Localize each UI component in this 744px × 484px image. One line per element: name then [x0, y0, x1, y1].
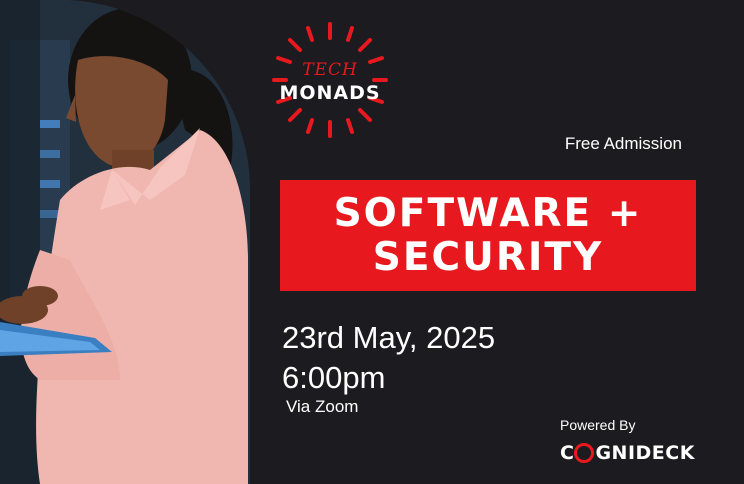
- speaker-photo: [0, 0, 250, 484]
- tech-monads-logo: TECH MONADS: [270, 20, 390, 140]
- event-time: 6:00pm: [282, 360, 386, 395]
- event-flyer: TECH MONADS Free Admission SOFTWARE + SE…: [0, 0, 744, 484]
- event-title-line-1: SOFTWARE +: [333, 190, 643, 236]
- cognideck-logo: C GNIDECK: [560, 440, 695, 466]
- event-title-banner: SOFTWARE + SECURITY: [280, 180, 696, 291]
- event-title-line-2: SECURITY: [372, 234, 604, 280]
- admission-label: Free Admission: [564, 134, 682, 153]
- woman-with-tablet-illustration: [0, 0, 250, 484]
- powered-by-label: Powered By: [560, 417, 636, 433]
- brand-initial: C: [560, 442, 575, 464]
- brand-ring-icon: [574, 443, 595, 463]
- event-date: 23rd May, 2025: [282, 320, 496, 355]
- logo-line-2: MONADS: [279, 82, 381, 104]
- logo-line-1: TECH: [302, 60, 358, 80]
- sunburst-icon: [272, 22, 388, 138]
- event-venue: Via Zoom: [286, 397, 359, 416]
- brand-name: GNIDECK: [595, 442, 695, 464]
